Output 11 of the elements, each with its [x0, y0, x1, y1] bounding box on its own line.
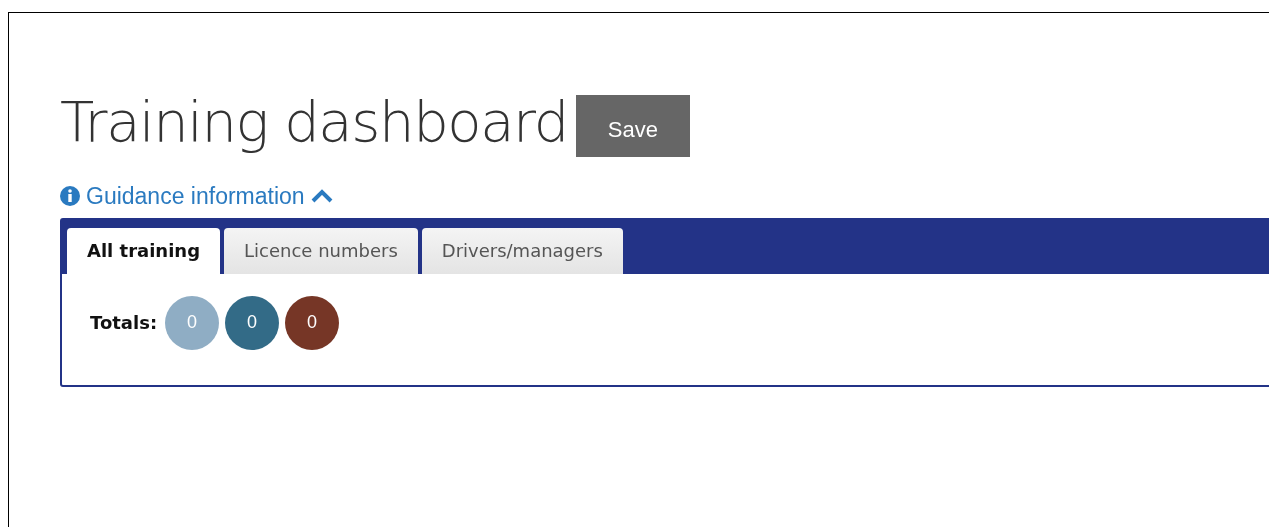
totals-label: Totals:: [90, 311, 158, 335]
tab[interactable]: All training: [67, 227, 221, 274]
guidance-link[interactable]: Guidance information: [60, 179, 333, 214]
count-badge: 0: [225, 295, 280, 350]
count-badge: 0: [165, 295, 220, 350]
tab[interactable]: Drivers/managers: [421, 227, 623, 274]
info-icon: [60, 186, 80, 207]
save-button[interactable]: Save: [575, 95, 690, 157]
page-title: Training dashboard: [60, 91, 568, 153]
count-badge: 0: [285, 295, 340, 350]
tab[interactable]: Licence numbers: [224, 227, 418, 274]
